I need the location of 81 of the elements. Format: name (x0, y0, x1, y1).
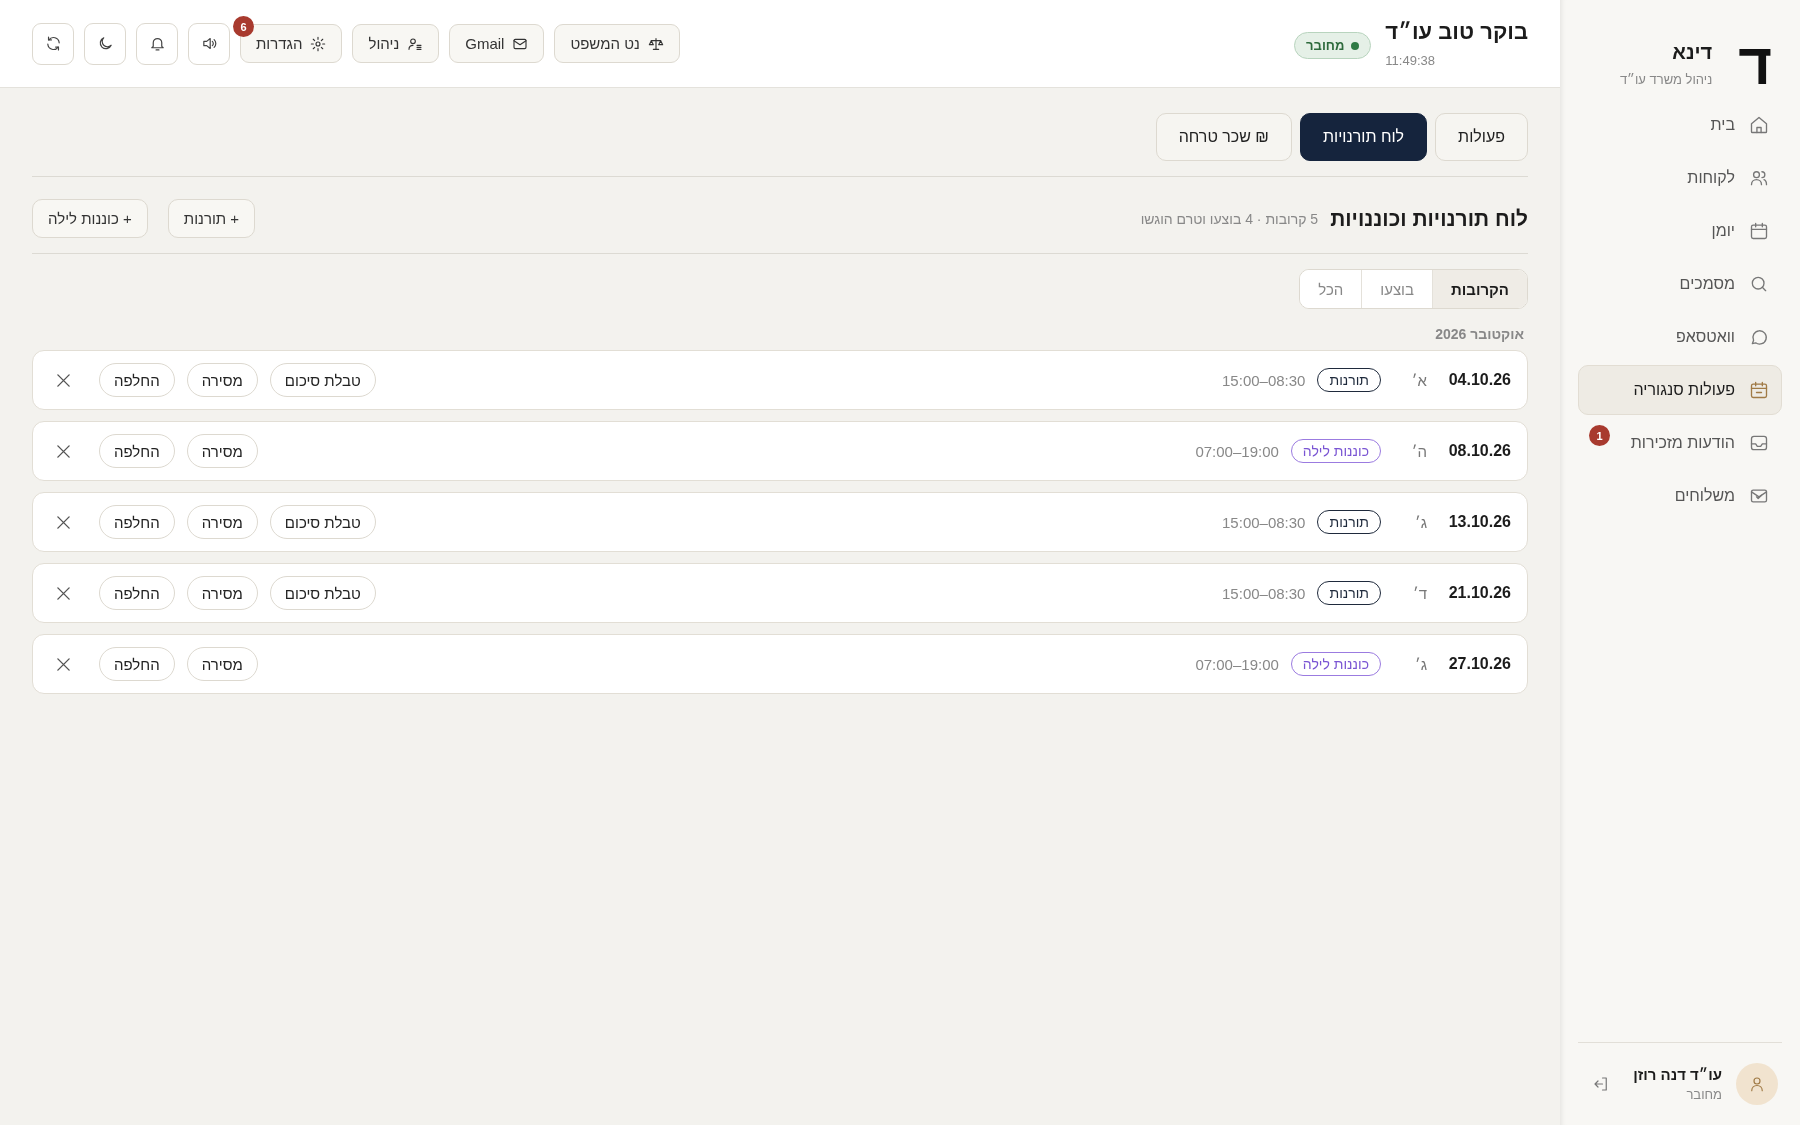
refresh-icon (44, 35, 62, 52)
toolbar-button[interactable]: נט המשפט (554, 24, 680, 63)
nav-item[interactable]: מסמכים (1578, 259, 1782, 309)
connection-status: מחובר (1294, 32, 1372, 59)
logo: ד (1738, 35, 1772, 93)
shift-date: 21.10.26 (1447, 584, 1511, 602)
close-icon (55, 372, 71, 388)
brand-name: דינא (1671, 41, 1713, 64)
sound-button[interactable] (188, 22, 230, 65)
user-name: עו״ד דנה רוזן (1633, 1066, 1722, 1083)
close-icon (55, 514, 71, 530)
shift-hours: 15:00–08:30 (1222, 584, 1306, 602)
bell-icon (148, 35, 166, 52)
user-status: מחובר (1685, 1087, 1722, 1102)
shift-hours: 15:00–08:30 (1222, 513, 1306, 531)
shift-hours: 07:00–19:00 (1195, 655, 1279, 673)
section-title: לוח תורנויות וכוננויות (1330, 206, 1528, 231)
house-icon (1749, 115, 1769, 135)
nav-item[interactable]: לקוחות (1578, 153, 1782, 203)
logout-icon[interactable] (1592, 1075, 1610, 1093)
nav-item[interactable]: משלוחים (1578, 471, 1782, 521)
action-button[interactable]: החלפה (99, 647, 175, 681)
tab[interactable]: לוח תורנויות (1299, 113, 1428, 161)
person-icon (1748, 1075, 1766, 1093)
action-button[interactable]: מסירה (186, 505, 258, 539)
search-icon (1749, 274, 1769, 294)
weekday: א׳ (1410, 371, 1427, 389)
add-button[interactable]: + כוננות לילה (32, 199, 148, 238)
weekday: ג׳ (1413, 513, 1427, 531)
count-badge: 6 (233, 16, 254, 37)
shift-date: 04.10.26 (1447, 371, 1511, 389)
nav-item[interactable]: פעולות סנגוריה (1578, 365, 1782, 415)
refresh-button[interactable] (32, 22, 74, 65)
weekday: ה׳ (1410, 442, 1427, 460)
person-list-icon (407, 35, 424, 52)
speaker-icon (200, 35, 218, 52)
action-button[interactable]: מסירה (186, 647, 258, 681)
shift-date: 27.10.26 (1447, 655, 1511, 673)
dark-mode-button[interactable] (84, 22, 126, 65)
count-badge: 1 (1589, 425, 1610, 446)
action-button[interactable]: מסירה (186, 363, 258, 397)
calendar-icon (1749, 221, 1769, 241)
nav-item[interactable]: וואטסאפ (1578, 312, 1782, 362)
chat-bubble-icon (1749, 327, 1769, 347)
shift-hours: 15:00–08:30 (1222, 371, 1306, 389)
weekday: ד׳ (1411, 584, 1427, 602)
notifications-button[interactable] (136, 22, 178, 65)
close-icon (55, 443, 71, 459)
brand-subtitle: ניהול משרד עו״ד (1619, 72, 1713, 87)
settings-icon (310, 35, 327, 52)
month-heading: אוקטובר 2026 (1434, 326, 1524, 342)
action-button[interactable]: החלפה (99, 576, 175, 610)
action-button[interactable]: החלפה (99, 434, 175, 468)
section-summary: 5 קרובות · 4 בוצעו וטרם הוגשו (1140, 210, 1319, 227)
close-icon (55, 585, 71, 601)
action-button[interactable]: מסירה (186, 576, 258, 610)
greeting: בוקר טוב עו״ד (1385, 19, 1528, 45)
action-button[interactable]: טבלת סיכום (269, 576, 376, 610)
inbox-icon (1749, 433, 1769, 453)
filter-option[interactable]: הקרובות (1432, 270, 1527, 308)
nav-item[interactable]: בית (1578, 100, 1782, 150)
shift-date: 13.10.26 (1447, 513, 1511, 531)
action-button[interactable]: טבלת סיכום (269, 363, 376, 397)
action-button[interactable]: החלפה (99, 505, 175, 539)
calendar-icon (1749, 380, 1769, 400)
scales-icon (647, 35, 664, 52)
action-button[interactable]: החלפה (99, 363, 175, 397)
shift-hours: 07:00–19:00 (1195, 442, 1279, 460)
tab[interactable]: ₪ שכר טרחה (1155, 113, 1292, 161)
toolbar-button[interactable]: ניהול (352, 24, 440, 63)
weekday: ג׳ (1413, 655, 1427, 673)
clock-time: 11:49:38 (1385, 53, 1436, 68)
close-icon (55, 656, 71, 672)
toolbar-button[interactable]: Gmail (449, 24, 545, 63)
shift-date: 08.10.26 (1447, 442, 1511, 460)
nav-item[interactable]: יומן (1578, 206, 1782, 256)
people-icon (1749, 168, 1769, 188)
add-button[interactable]: + תורנות (167, 199, 256, 238)
action-button[interactable]: מסירה (186, 434, 258, 468)
action-button[interactable]: טבלת סיכום (269, 505, 376, 539)
tab[interactable]: פעולות (1435, 113, 1528, 161)
